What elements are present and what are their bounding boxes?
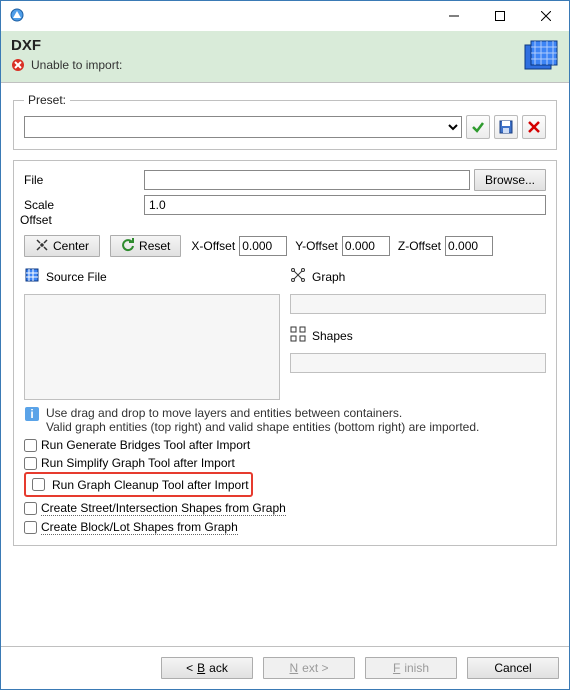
dxf-icon — [523, 39, 559, 78]
titlebar — [1, 1, 569, 31]
check-graph-cleanup[interactable] — [32, 478, 45, 491]
file-group: File Browse... Scale Offset Center Reset… — [13, 160, 557, 546]
wizard-header: DXF Unable to import: — [1, 31, 569, 83]
next-button[interactable]: Next >Next > — [263, 657, 355, 679]
graph-icon — [290, 267, 306, 286]
file-field[interactable] — [144, 170, 470, 190]
error-icon — [11, 58, 25, 72]
preset-group: Preset: — [13, 93, 557, 150]
check-create-block-shapes[interactable] — [24, 521, 37, 534]
preset-apply-button[interactable] — [466, 115, 490, 139]
graph-bin[interactable] — [290, 294, 546, 314]
z-offset-label: Z-Offset — [398, 239, 441, 253]
close-button[interactable] — [523, 1, 569, 31]
source-file-label: Source File — [46, 270, 107, 284]
scale-label: Scale — [24, 198, 144, 212]
source-file-icon — [24, 267, 40, 286]
x-offset-label: X-Offset — [191, 239, 235, 253]
check-generate-bridges[interactable] — [24, 439, 37, 452]
graph-label: Graph — [312, 270, 345, 284]
back-button[interactable]: < BBackack — [161, 657, 253, 679]
app-icon — [9, 7, 25, 26]
maximize-button[interactable] — [477, 1, 523, 31]
minimize-button[interactable] — [431, 1, 477, 31]
check-create-street-shapes[interactable] — [24, 502, 37, 515]
page-title: DXF — [11, 37, 559, 54]
wizard-footer: < BBackack Next >Next > FinishFinish Can… — [1, 646, 569, 689]
svg-text:i: i — [30, 407, 33, 421]
file-label: File — [24, 173, 144, 187]
center-icon — [35, 238, 49, 255]
preset-delete-button[interactable] — [522, 115, 546, 139]
preset-legend: Preset: — [24, 93, 70, 107]
shapes-icon — [290, 326, 306, 345]
highlighted-option: Run Graph Cleanup Tool after Import — [24, 472, 253, 497]
check-simplify-graph[interactable] — [24, 457, 37, 470]
y-offset-field[interactable] — [342, 236, 390, 256]
scale-field[interactable] — [144, 195, 546, 215]
reset-icon — [121, 238, 135, 255]
offset-label: Offset — [20, 213, 52, 227]
browse-button[interactable]: Browse... — [474, 169, 546, 191]
preset-save-button[interactable] — [494, 115, 518, 139]
shapes-bin[interactable] — [290, 353, 546, 373]
source-file-bin[interactable] — [24, 294, 280, 400]
center-button[interactable]: Center — [24, 235, 100, 257]
shapes-label: Shapes — [312, 329, 353, 343]
reset-button[interactable]: Reset — [110, 235, 181, 257]
hint-text: Use drag and drop to move layers and ent… — [46, 406, 479, 434]
z-offset-field[interactable] — [445, 236, 493, 256]
status-text: Unable to import: — [31, 58, 122, 72]
preset-select[interactable] — [24, 116, 462, 138]
x-offset-field[interactable] — [239, 236, 287, 256]
y-offset-label: Y-Offset — [295, 239, 338, 253]
info-icon: i — [24, 406, 40, 422]
finish-button[interactable]: FinishFinish — [365, 657, 457, 679]
cancel-button[interactable]: Cancel — [467, 657, 559, 679]
